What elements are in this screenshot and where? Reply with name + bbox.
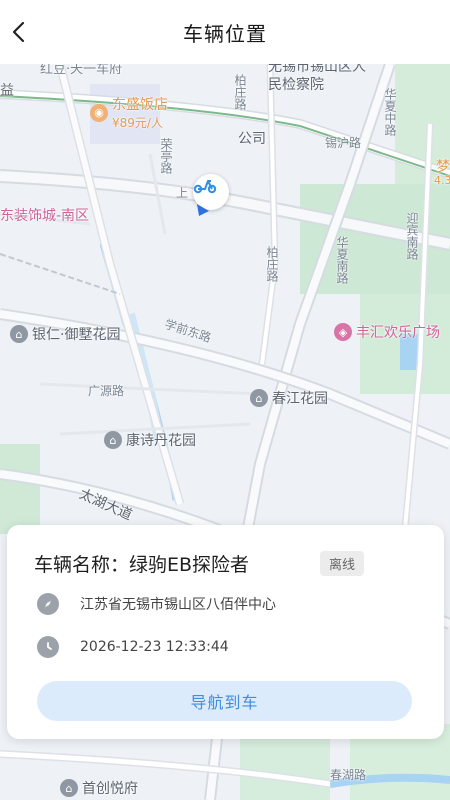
poi-name: 康诗丹花园: [126, 433, 196, 449]
map-label: 荣亭路: [159, 138, 173, 174]
map-label: 柏庄路: [233, 74, 247, 110]
residence-icon: ⌂: [250, 389, 268, 407]
map-label: 柏庄路: [265, 246, 279, 282]
chevron-left-icon: [12, 21, 25, 43]
residence-icon: ⌂: [104, 431, 122, 449]
clock-icon: [37, 636, 59, 658]
poi-name: 首创悦府: [82, 781, 138, 797]
poi-name: 春江花园: [272, 391, 328, 407]
scooter-icon: [193, 180, 217, 194]
residence-icon: ⌂: [60, 779, 78, 797]
map-label: 梦: [436, 159, 450, 175]
poi-name: 丰汇欢乐广场: [356, 325, 440, 341]
time-text: 2026-12-23 12:33:44: [80, 639, 229, 655]
vehicle-name-value: 绿驹EB探险者: [129, 554, 250, 576]
map-label: 上: [176, 186, 189, 200]
page-title: 车辆位置: [183, 21, 267, 46]
vehicle-name-label: 车辆名称：: [34, 554, 130, 576]
address-row: 江苏省无锡市锡山区八佰伴中心: [37, 593, 276, 615]
map-label: 广源路: [88, 384, 125, 398]
map-label: 华夏南路: [335, 236, 349, 284]
map-label: 东装饰城-南区: [0, 208, 90, 224]
vehicle-info-card: 车辆名称：绿驹EB探险者 离线 江苏省无锡市锡山区八佰伴中心 2026-12-2…: [7, 525, 444, 739]
poi-yinren[interactable]: ⌂ 银仁·御墅花园: [10, 324, 120, 344]
vehicle-marker[interactable]: [193, 174, 229, 216]
compass-icon: [37, 593, 59, 615]
heading-arrow-icon: [197, 204, 209, 216]
restaurant-icon: ◉: [90, 103, 108, 122]
map-label: 春湖路: [330, 768, 367, 782]
address-text: 江苏省无锡市锡山区八佰伴中心: [80, 597, 276, 613]
map-label: 锡沪路: [325, 136, 362, 150]
poi-shouchuang[interactable]: ⌂ 首创悦府: [60, 778, 138, 798]
poi-price: ¥89元/人: [112, 116, 163, 130]
map-label: 迎宾南路: [405, 212, 419, 260]
map-label: 华夏中路: [383, 88, 397, 136]
poi-kangshidan[interactable]: ⌂ 康诗丹花园: [104, 430, 196, 450]
map-label: 红豆·天一车府: [40, 64, 123, 77]
time-row: 2026-12-23 12:33:44: [37, 636, 229, 658]
poi-fenghui[interactable]: ◈ 丰汇欢乐广场: [334, 322, 440, 342]
poi-name: 银仁·御墅花园: [32, 327, 121, 343]
poi-chunjiang[interactable]: ⌂ 春江花园: [250, 388, 328, 408]
vehicle-name: 车辆名称：绿驹EB探险者: [34, 550, 249, 577]
back-button[interactable]: [6, 18, 34, 46]
shopping-icon: ◈: [334, 323, 352, 341]
residence-icon: ⌂: [10, 325, 28, 343]
header-bar: 车辆位置: [0, 0, 450, 64]
map-label: 公司: [238, 131, 266, 147]
map-label: 益: [0, 83, 14, 99]
map-label: 4.3: [434, 174, 450, 187]
navigate-to-vehicle-button[interactable]: 导航到车: [37, 681, 412, 721]
poi-name: 东盛饭店: [112, 97, 168, 113]
map-label: 无锡市锡山区人民检察院: [268, 64, 366, 93]
poi-restaurant[interactable]: ◉ 东盛饭店 ¥89元/人: [90, 94, 168, 131]
status-badge: 离线: [320, 551, 365, 576]
